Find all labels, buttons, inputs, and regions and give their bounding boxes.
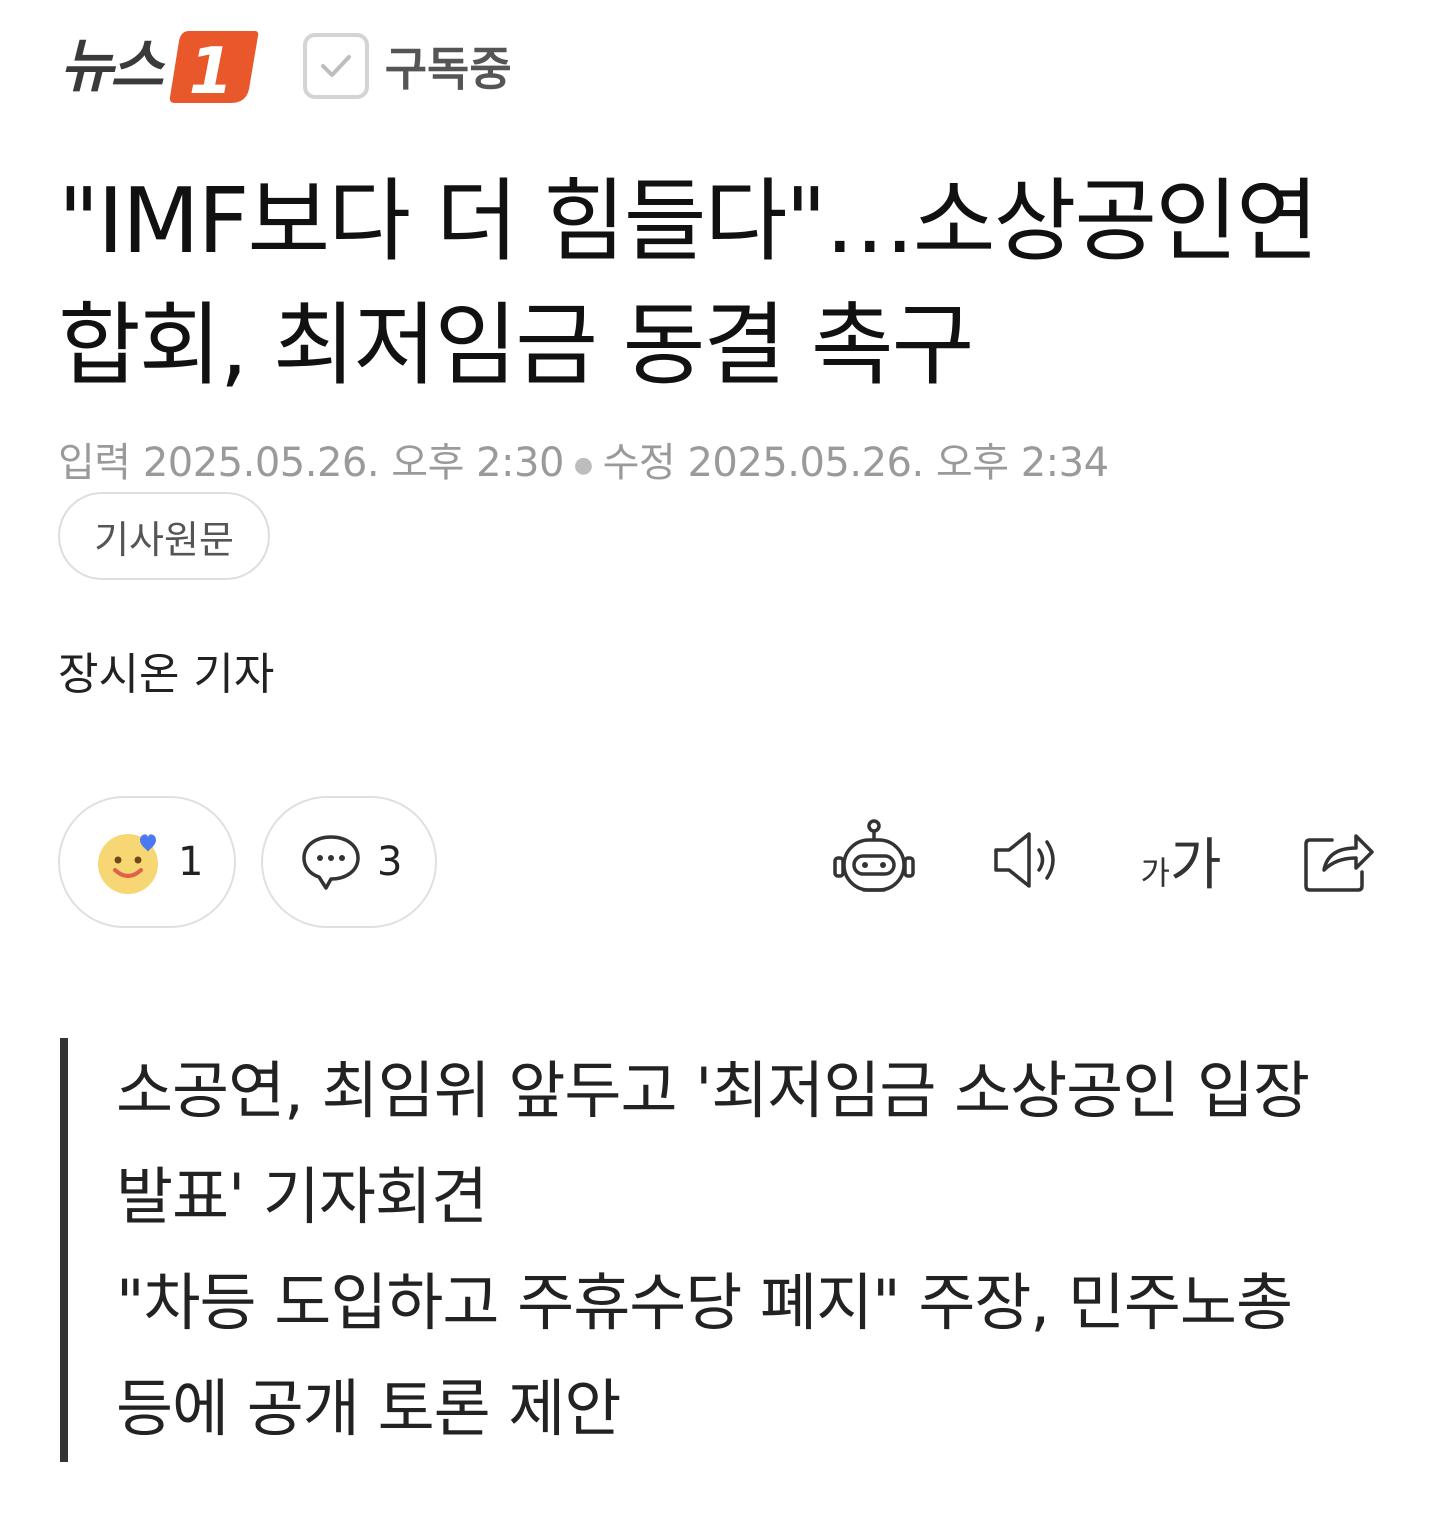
reaction-smile-icon: [98, 834, 158, 894]
logo-text: 뉴스: [60, 32, 164, 100]
article-dates: 입력 2025.05.26. 오후 2:30 ● 수정 2025.05.26. 오후…: [58, 430, 1109, 488]
check-icon: [302, 33, 369, 99]
robot-summary-icon: [833, 819, 915, 892]
summary-line: 소공연, 최임위 앞두고 '최저임금 소상공인 입장 발표' 기자회견: [116, 1054, 1310, 1233]
font-size-small: 가: [1140, 853, 1170, 892]
separator-dot: ●: [573, 452, 593, 478]
logo-one-badge: 1: [169, 31, 258, 105]
comment-icon: [302, 835, 360, 890]
reaction-count: 1: [178, 839, 204, 885]
comment-count: 3: [377, 839, 403, 885]
speaker-icon: [994, 832, 1055, 888]
logo-number: 1: [188, 35, 233, 105]
article-title: "IMF보다 더 힘들다"…소상공인연합회, 최저임금 동결 촉구: [58, 169, 1319, 398]
font-size-large: 가: [1169, 832, 1222, 898]
font-size-icon: 가가: [1141, 820, 1222, 901]
published-date: 2025.05.26. 오후 2:30: [142, 440, 565, 486]
font-size-button[interactable]: 가가: [1138, 818, 1224, 902]
share-button[interactable]: [1302, 818, 1376, 902]
reaction-button[interactable]: 1: [58, 796, 236, 928]
modified-date: 2025.05.26. 오후 2:34: [687, 440, 1109, 486]
share-icon: [1304, 834, 1374, 892]
summary-bot-button[interactable]: [832, 818, 916, 902]
news1-logo[interactable]: 뉴스 1: [60, 27, 259, 105]
published-label: 입력: [58, 440, 131, 486]
comment-button[interactable]: 3: [261, 796, 437, 928]
modified-label: 수정: [602, 440, 676, 486]
read-aloud-button[interactable]: [990, 818, 1066, 902]
summary-line: "차등 도입하고 주휴수당 폐지" 주장, 민주노총 등에 공개 토론 제안: [116, 1266, 1293, 1445]
original-article-button[interactable]: 기사원문: [58, 492, 270, 580]
reporter-name[interactable]: 장시온 기자: [58, 638, 274, 702]
subscribe-button[interactable]: 구독중: [302, 33, 512, 99]
header: 뉴스 1 구독중: [60, 24, 512, 108]
article-summary: 소공연, 최임위 앞두고 '최저임금 소상공인 입장 발표' 기자회견 "차등 …: [60, 1038, 1360, 1462]
subscribe-label: 구독중: [384, 42, 512, 96]
